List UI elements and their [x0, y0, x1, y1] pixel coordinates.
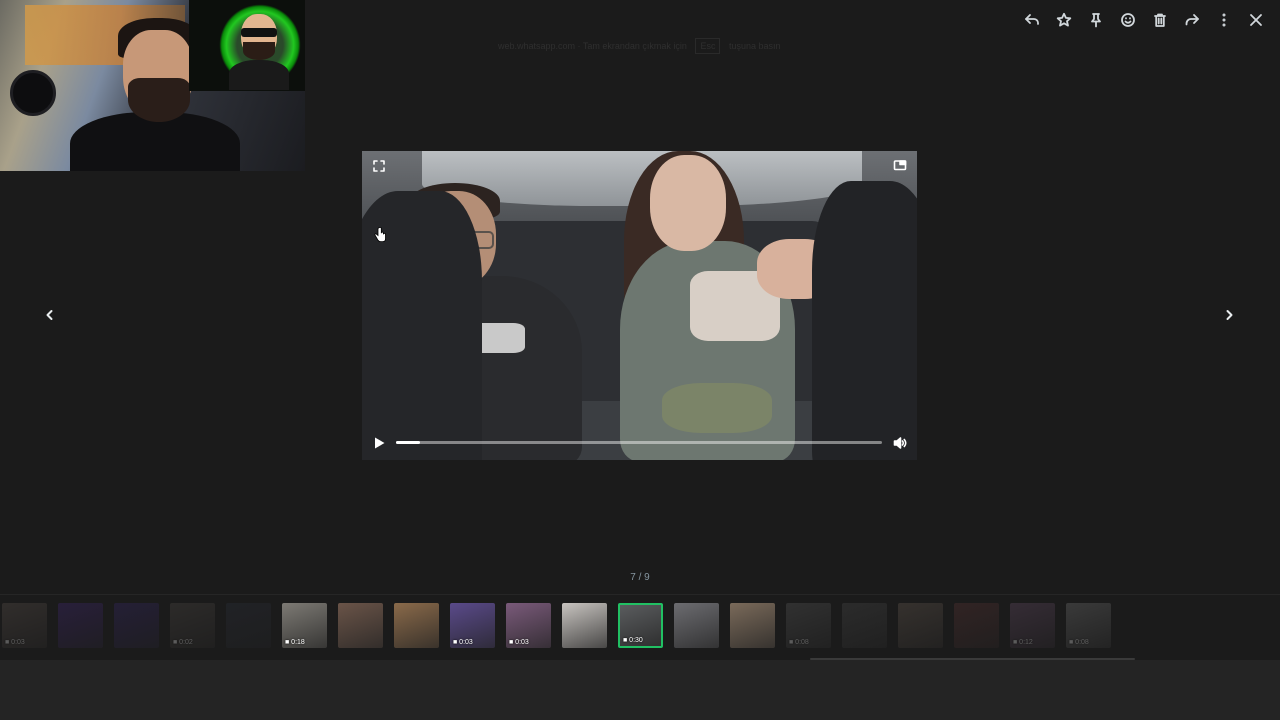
- more-options-button[interactable]: [1210, 4, 1238, 36]
- thumbnail-duration: ■ 0:03: [453, 639, 473, 646]
- fullscreen-hint-suffix: tuşuna basın: [728, 41, 781, 51]
- thumbnail[interactable]: [338, 603, 383, 648]
- video-front-seat-right: [812, 181, 917, 460]
- next-media-button[interactable]: [1217, 303, 1241, 327]
- picture-in-picture-button[interactable]: [890, 156, 910, 174]
- forward-button[interactable]: [1178, 4, 1206, 36]
- close-button[interactable]: [1242, 4, 1270, 36]
- react-button[interactable]: [1114, 4, 1142, 36]
- microphone: [10, 70, 56, 116]
- star-icon: [1056, 12, 1072, 27]
- media-viewer-toolbar: [0, 0, 1280, 40]
- thumbnail[interactable]: [730, 603, 775, 648]
- reply-button[interactable]: [1018, 4, 1046, 36]
- thumbnail[interactable]: [114, 603, 159, 648]
- fullscreen-button[interactable]: [370, 157, 388, 175]
- thumbnail[interactable]: [394, 603, 439, 648]
- thumbnail[interactable]: ■ 0:18: [282, 603, 327, 648]
- emoji-icon: [1121, 13, 1135, 27]
- video-bag: [662, 383, 772, 433]
- thumbnail[interactable]: [898, 603, 943, 648]
- logo-body: [229, 60, 289, 90]
- thumbnail[interactable]: ■ 0:12: [1010, 603, 1055, 648]
- video-progress-bar[interactable]: [396, 441, 882, 444]
- bottom-bar: [0, 660, 1280, 720]
- fullscreen-hint: web.whatsapp.com · Tam ekrandan çıkmak i…: [498, 38, 781, 54]
- pin-icon: [1091, 13, 1101, 28]
- thumbnail-duration: ■ 0:08: [1069, 639, 1089, 646]
- thumbnail[interactable]: [674, 603, 719, 648]
- more-options-icon: [1222, 13, 1226, 27]
- picture-in-picture-icon: [893, 160, 907, 171]
- video-player[interactable]: [362, 151, 917, 460]
- volume-icon: [893, 437, 907, 449]
- hand-cursor-icon: [374, 227, 386, 242]
- media-counter: 7 / 9: [630, 572, 650, 583]
- thumbnail-duration: ■ 0:30: [623, 637, 643, 644]
- delete-icon: [1154, 13, 1166, 27]
- fullscreen-icon: [373, 160, 385, 172]
- thumbnail-list: ■ 0:03 ■ 0:02 ■ 0:18 ■ 0:03 ■ 0:03 ■ 0:30 ■ 0:…: [2, 603, 1111, 648]
- thumbnail[interactable]: ■ 0:08: [786, 603, 831, 648]
- thumbnail[interactable]: ■ 0:03: [506, 603, 551, 648]
- thumbnail[interactable]: [58, 603, 103, 648]
- thumbnail-duration: ■ 0:12: [1013, 639, 1033, 646]
- pin-button[interactable]: [1082, 4, 1110, 36]
- logo-beard: [243, 42, 275, 60]
- thumbnail-duration: ■ 0:03: [509, 639, 529, 646]
- thumbnail-active[interactable]: ■ 0:30: [618, 603, 663, 648]
- forward-icon: [1185, 14, 1199, 26]
- thumbnail[interactable]: ■ 0:03: [2, 603, 47, 648]
- close-icon: [1250, 14, 1262, 26]
- star-button[interactable]: [1050, 4, 1078, 36]
- thumbnail-strip: ■ 0:03 ■ 0:02 ■ 0:18 ■ 0:03 ■ 0:03 ■ 0:30 ■ 0:…: [0, 594, 1280, 661]
- thumbnail[interactable]: [226, 603, 271, 648]
- fullscreen-hint-text: web.whatsapp.com · Tam ekrandan çıkmak i…: [498, 41, 687, 51]
- thumbnail[interactable]: ■ 0:08: [1066, 603, 1111, 648]
- thumbnail-duration: ■ 0:02: [173, 639, 193, 646]
- thumbnail[interactable]: ■ 0:03: [450, 603, 495, 648]
- play-button[interactable]: [369, 433, 389, 453]
- thumbnail-duration: ■ 0:08: [789, 639, 809, 646]
- streamer-beard: [128, 78, 190, 122]
- volume-button[interactable]: [889, 433, 911, 453]
- thumbnail[interactable]: [954, 603, 999, 648]
- delete-button[interactable]: [1146, 4, 1174, 36]
- thumbnail[interactable]: [562, 603, 607, 648]
- video-progress-fill: [396, 441, 421, 444]
- play-icon: [375, 437, 385, 449]
- toolbar-actions: [1018, 4, 1270, 36]
- thumbnail-duration: ■ 0:03: [5, 639, 25, 646]
- thumbnail-duration: ■ 0:18: [285, 639, 305, 646]
- thumbnail[interactable]: [842, 603, 887, 648]
- esc-key-chip: Esc: [695, 38, 721, 54]
- chevron-left-icon: [46, 310, 53, 320]
- previous-media-button[interactable]: [38, 303, 62, 327]
- chevron-right-icon: [1226, 310, 1233, 320]
- reply-icon: [1025, 14, 1039, 25]
- video-person-right-head: [650, 155, 726, 251]
- thumbnail[interactable]: ■ 0:02: [170, 603, 215, 648]
